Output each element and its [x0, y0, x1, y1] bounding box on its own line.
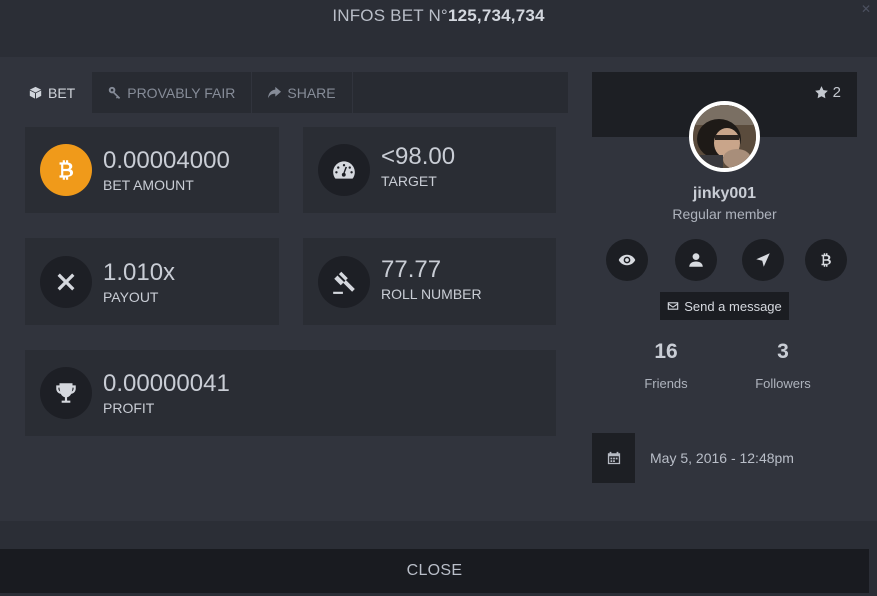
- followers-count: 3: [777, 340, 789, 363]
- bet-amount-label: BET AMOUNT: [103, 177, 194, 193]
- roll-number-label: ROLL NUMBER: [381, 285, 482, 302]
- member-rank: Regular member: [672, 206, 777, 222]
- roll-number-value: 77.77: [381, 255, 442, 283]
- avatar[interactable]: [689, 101, 760, 172]
- bet-panel: BET PROVABLY FAIR SHARE 0.00004000 BET A…: [13, 72, 568, 476]
- friends-stat[interactable]: 16 Friends: [606, 340, 726, 391]
- modal-title: INFOS BET N°125,734,734: [0, 0, 877, 36]
- share-icon: [268, 86, 282, 99]
- followers-stat[interactable]: 3 Followers: [723, 340, 843, 391]
- target-label: TARGET: [381, 173, 437, 189]
- calendar-icon: [592, 433, 635, 483]
- location-arrow-icon: [756, 253, 770, 267]
- cube-icon: [29, 86, 42, 99]
- gavel-icon: [318, 255, 370, 308]
- bet-amount-value: 0.00004000: [103, 147, 230, 174]
- username[interactable]: jinky001: [592, 185, 857, 203]
- profit-card: 0.00000041 PROFIT: [25, 350, 556, 436]
- roll-number-card: 77.77 ROLL NUMBER: [303, 238, 556, 325]
- payout-label: PAYOUT: [103, 288, 159, 305]
- star-count: 2: [832, 84, 841, 101]
- profit-label: PROFIT: [103, 400, 155, 416]
- target-card: <98.00 TARGET: [303, 127, 556, 213]
- friends-count: 16: [654, 340, 678, 363]
- profit-value: 0.00000041: [103, 370, 230, 397]
- view-profile-button[interactable]: [606, 239, 648, 281]
- close-icon[interactable]: ✕: [861, 2, 871, 16]
- tab-share-label: SHARE: [287, 84, 336, 101]
- bitcoin-icon: [821, 253, 831, 267]
- followers-label: Followers: [755, 376, 811, 391]
- close-button[interactable]: CLOSE: [0, 549, 869, 593]
- send-message-label: Send a message: [684, 298, 782, 314]
- tab-bet-label: BET: [48, 84, 76, 101]
- profile-actions: [606, 239, 847, 281]
- tab-share[interactable]: SHARE: [252, 72, 353, 113]
- bet-tab-content: 0.00004000 BET AMOUNT <98.00 TARGET 1.01…: [13, 113, 568, 476]
- payout-value: 1.010x: [103, 258, 176, 286]
- bet-number: 125,734,734: [447, 6, 545, 25]
- title-prefix: INFOS BET N°: [332, 6, 448, 25]
- target-value: <98.00: [381, 143, 456, 170]
- follow-button[interactable]: [742, 239, 784, 281]
- tip-button[interactable]: [805, 239, 847, 281]
- user-icon: [689, 253, 703, 267]
- gauge-icon: [318, 144, 370, 196]
- tab-provably-fair-label: PROVABLY FAIR: [127, 84, 236, 101]
- tab-bar: BET PROVABLY FAIR SHARE: [13, 72, 353, 113]
- add-friend-button[interactable]: [675, 239, 717, 281]
- avatar-image: [693, 105, 756, 168]
- bitcoin-icon: [40, 144, 92, 196]
- bet-amount-card: 0.00004000 BET AMOUNT: [25, 127, 279, 213]
- envelope-icon: [667, 302, 679, 310]
- bet-date: May 5, 2016 - 12:48pm: [650, 450, 794, 466]
- eye-icon: [618, 254, 636, 266]
- trophy-icon: [40, 367, 92, 419]
- star-icon: [814, 86, 828, 99]
- tab-provably-fair[interactable]: PROVABLY FAIR: [92, 72, 253, 113]
- profile-card: 2 jinky001 Regular member Send a message…: [592, 72, 857, 409]
- tab-bet[interactable]: BET: [13, 72, 93, 113]
- friends-label: Friends: [644, 376, 688, 391]
- bet-date-row: May 5, 2016 - 12:48pm: [592, 433, 857, 483]
- send-message-button[interactable]: Send a message: [660, 292, 789, 320]
- star-rating: 2: [814, 84, 841, 101]
- payout-card: 1.010x PAYOUT: [25, 238, 279, 325]
- times-icon: [40, 255, 92, 308]
- key-icon: [109, 86, 121, 99]
